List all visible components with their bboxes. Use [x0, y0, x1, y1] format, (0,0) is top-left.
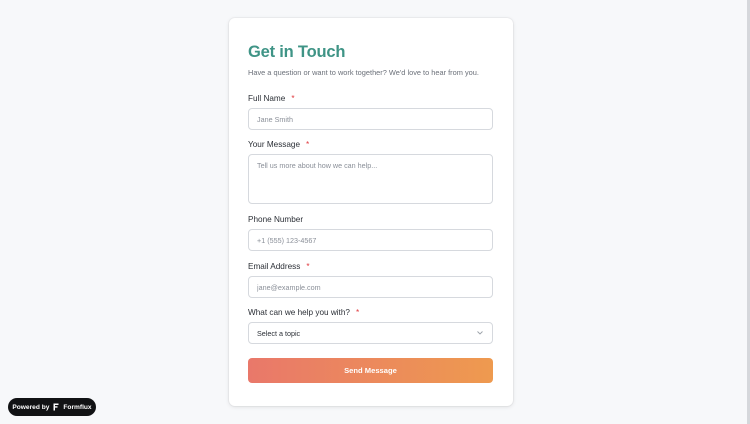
form-title: Get in Touch: [248, 43, 346, 61]
full-name-input[interactable]: [248, 108, 493, 130]
phone-label-text: Phone Number: [248, 215, 304, 224]
form-subtitle: Have a question or want to work together…: [248, 68, 479, 77]
powered-by-text: Powered by: [12, 403, 50, 411]
formflux-logo-icon: [53, 403, 59, 411]
topic-select-value: Select a topic: [257, 328, 301, 338]
topic-select[interactable]: Select a topic: [248, 322, 493, 344]
required-marker: *: [355, 308, 360, 317]
contact-form-card: Get in Touch Have a question or want to …: [229, 18, 513, 406]
phone-input[interactable]: [248, 229, 493, 251]
send-message-button[interactable]: Send Message: [248, 358, 493, 383]
email-input[interactable]: [248, 276, 493, 298]
phone-label: Phone Number: [248, 215, 303, 224]
email-label: Email Address *: [248, 262, 310, 271]
message-textarea[interactable]: [248, 154, 493, 204]
full-name-label: Full Name *: [248, 94, 295, 103]
full-name-label-text: Full Name: [248, 94, 286, 103]
required-marker: *: [306, 140, 310, 149]
topic-label-text: What can we help you with?: [248, 308, 350, 317]
brand-name: Formflux: [63, 403, 92, 411]
chevron-down-icon: [476, 329, 484, 337]
message-label: Your Message *: [248, 140, 309, 149]
topic-label: What can we help you with? *: [248, 308, 359, 317]
message-label-text: Your Message: [248, 140, 301, 149]
required-marker: *: [306, 262, 310, 271]
email-label-text: Email Address: [248, 262, 301, 271]
required-marker: *: [291, 94, 295, 103]
powered-by-badge[interactable]: Powered by Formflux: [8, 398, 96, 416]
